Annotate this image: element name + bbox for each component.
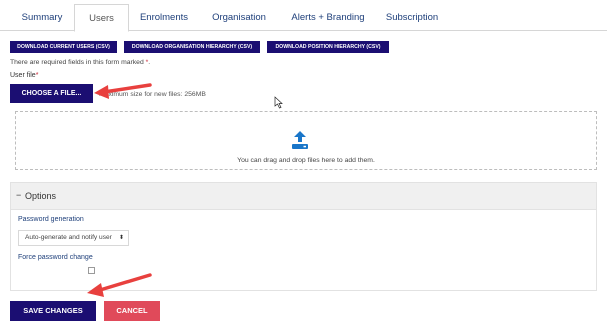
save-changes-button[interactable]: SAVE CHANGES xyxy=(10,301,96,321)
tab-bar: Summary Users Enrolments Organisation Al… xyxy=(0,0,607,32)
download-organisation-hierarchy-button[interactable]: DOWNLOAD ORGANISATION HIERARCHY (CSV) xyxy=(124,41,260,53)
max-size-note: Maximum size for new files: 256MB xyxy=(99,91,206,98)
required-fields-text: There are required fields in this form m… xyxy=(10,59,144,66)
password-generation-value: Auto-generate and notify user xyxy=(25,234,112,241)
force-password-change-label: Force password change xyxy=(18,254,93,261)
tab-organisation[interactable]: Organisation xyxy=(199,4,279,31)
tab-subscription[interactable]: Subscription xyxy=(377,4,447,31)
tab-enrolments[interactable]: Enrolments xyxy=(129,4,199,31)
user-file-label-text: User file xyxy=(10,72,36,79)
tab-summary[interactable]: Summary xyxy=(10,4,74,31)
dropzone-text: You can drag and drop files here to add … xyxy=(237,157,375,164)
cancel-button[interactable]: CANCEL xyxy=(104,301,160,321)
user-file-label: User file* xyxy=(10,72,38,79)
select-caret-icon: ⬍ xyxy=(118,235,124,241)
tab-users[interactable]: Users xyxy=(74,4,129,32)
collapse-icon[interactable]: − xyxy=(16,190,21,200)
password-generation-label: Password generation xyxy=(18,216,84,223)
user-file-required-star: * xyxy=(35,72,39,79)
force-password-change-checkbox[interactable] xyxy=(88,267,95,274)
upload-icon xyxy=(292,131,308,149)
password-generation-select[interactable]: Auto-generate and notify user ⬍ xyxy=(18,230,129,246)
download-position-hierarchy-button[interactable]: DOWNLOAD POSITION HIERARCHY (CSV) xyxy=(267,41,389,53)
mouse-cursor-icon xyxy=(274,96,283,109)
options-header[interactable] xyxy=(10,182,597,210)
download-current-users-button[interactable]: DOWNLOAD CURRENT USERS (CSV) xyxy=(10,41,117,53)
choose-file-button[interactable]: CHOOSE A FILE... xyxy=(10,84,93,103)
options-title[interactable]: Options xyxy=(25,191,56,201)
tab-alerts-branding[interactable]: Alerts + Branding xyxy=(279,4,377,31)
required-fields-note: There are required fields in this form m… xyxy=(10,59,151,66)
